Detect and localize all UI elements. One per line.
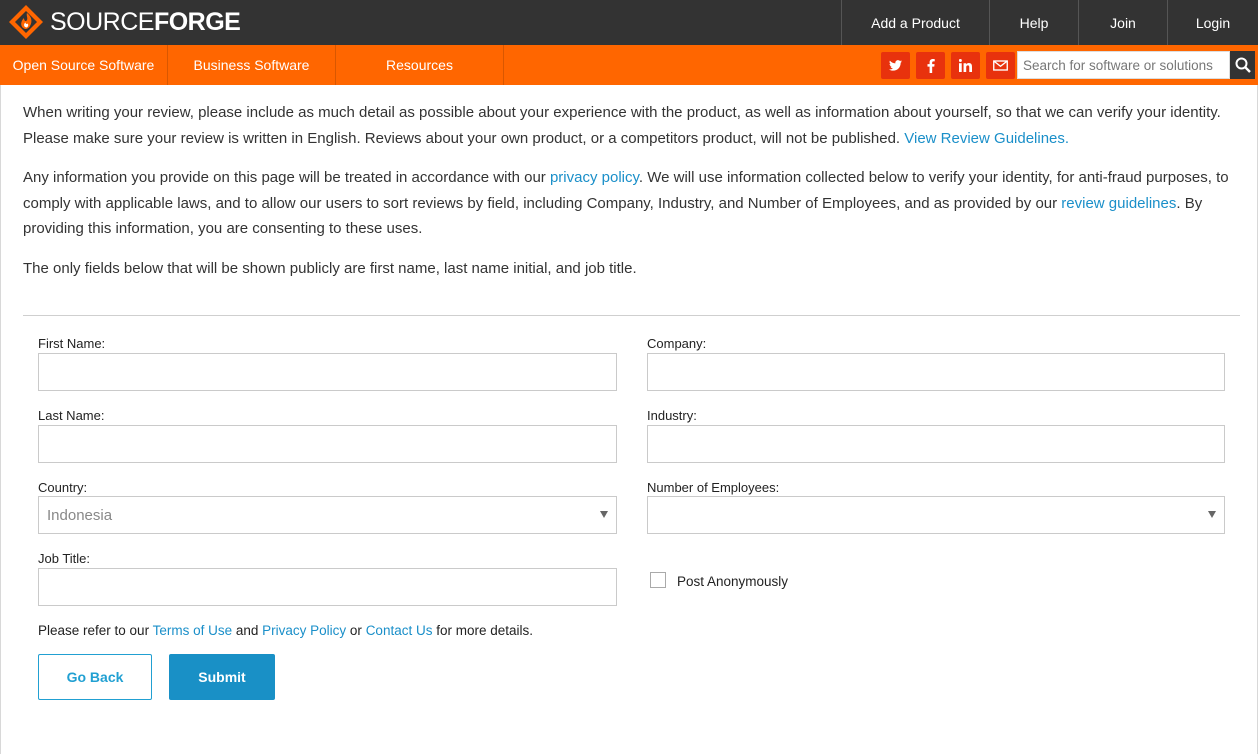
sourceforge-logo[interactable]: SOURCEFORGE (8, 5, 241, 39)
join-link[interactable]: Join (1078, 0, 1167, 45)
sourceforge-logo-icon (9, 5, 43, 39)
chevron-down-icon (1208, 511, 1216, 518)
logo-text-light: SOURCE (50, 7, 154, 36)
intro-text-2a: Any information you provide on this page… (23, 169, 550, 186)
employees-label: Number of Employees: (647, 480, 780, 495)
sub-nav: Open Source Software Business Software R… (0, 45, 504, 85)
privacy-policy-footer-link[interactable]: Privacy Policy (262, 623, 346, 638)
nav-business-software[interactable]: Business Software (168, 45, 336, 85)
job-title-label: Job Title: (38, 551, 91, 566)
add-product-link[interactable]: Add a Product (841, 0, 989, 45)
nav-open-source-software[interactable]: Open Source Software (0, 45, 168, 85)
search-icon (1235, 57, 1251, 73)
refer-text-c: or (346, 623, 366, 638)
nav-resources[interactable]: Resources (336, 45, 504, 85)
industry-field[interactable] (647, 425, 1225, 463)
content-frame-left (0, 85, 1, 754)
last-name-field[interactable] (38, 425, 617, 463)
login-link[interactable]: Login (1167, 0, 1258, 45)
submit-button[interactable]: Submit (169, 654, 275, 700)
first-name-label: First Name: (38, 336, 106, 351)
top-nav: Add a Product Help Join Login (841, 0, 1258, 45)
terms-of-use-link[interactable]: Terms of Use (153, 623, 233, 638)
view-review-guidelines-link[interactable]: View Review Guidelines. (904, 130, 1069, 147)
country-label: Country: (38, 480, 88, 495)
section-divider (23, 315, 1240, 316)
country-select[interactable]: Indonesia (38, 496, 617, 534)
job-title-field[interactable] (38, 568, 617, 606)
post-anonymously-label[interactable]: Post Anonymously (677, 574, 788, 589)
search-input[interactable] (1017, 51, 1230, 79)
search-button[interactable] (1230, 51, 1255, 79)
top-header: SOURCEFORGE Add a Product Help Join Logi… (0, 0, 1258, 45)
intro-paragraph-2: Any information you provide on this page… (23, 165, 1238, 242)
privacy-policy-link[interactable]: privacy policy (550, 169, 639, 186)
refer-text: Please refer to our Terms of Use and Pri… (38, 623, 533, 638)
review-guidelines-link[interactable]: review guidelines (1061, 195, 1176, 212)
first-name-field[interactable] (38, 353, 617, 391)
twitter-icon[interactable] (881, 52, 910, 79)
facebook-icon[interactable] (916, 52, 945, 79)
social-links (881, 52, 1015, 79)
refer-text-b: and (232, 623, 263, 638)
last-name-label: Last Name: (38, 408, 105, 423)
go-back-button[interactable]: Go Back (38, 654, 152, 700)
contact-us-link[interactable]: Contact Us (366, 623, 433, 638)
refer-text-a: Please refer to our (38, 623, 153, 638)
refer-text-d: for more details. (432, 623, 534, 638)
logo-wordmark: SOURCEFORGE (50, 7, 241, 36)
company-label: Company: (647, 336, 707, 351)
post-anonymously-checkbox[interactable] (650, 572, 666, 588)
logo-text-bold: FORGE (153, 7, 241, 36)
intro-paragraph-1: When writing your review, please include… (23, 100, 1238, 151)
sub-nav-bar: Open Source Software Business Software R… (0, 45, 1258, 85)
intro-paragraph-3: The only fields below that will be shown… (23, 260, 637, 277)
linkedin-icon[interactable] (951, 52, 980, 79)
mail-icon[interactable] (986, 52, 1015, 79)
country-selected-value: Indonesia (47, 506, 113, 524)
employees-select[interactable] (647, 496, 1225, 534)
company-field[interactable] (647, 353, 1225, 391)
industry-label: Industry: (647, 408, 697, 423)
chevron-down-icon (600, 511, 608, 518)
help-link[interactable]: Help (989, 0, 1078, 45)
